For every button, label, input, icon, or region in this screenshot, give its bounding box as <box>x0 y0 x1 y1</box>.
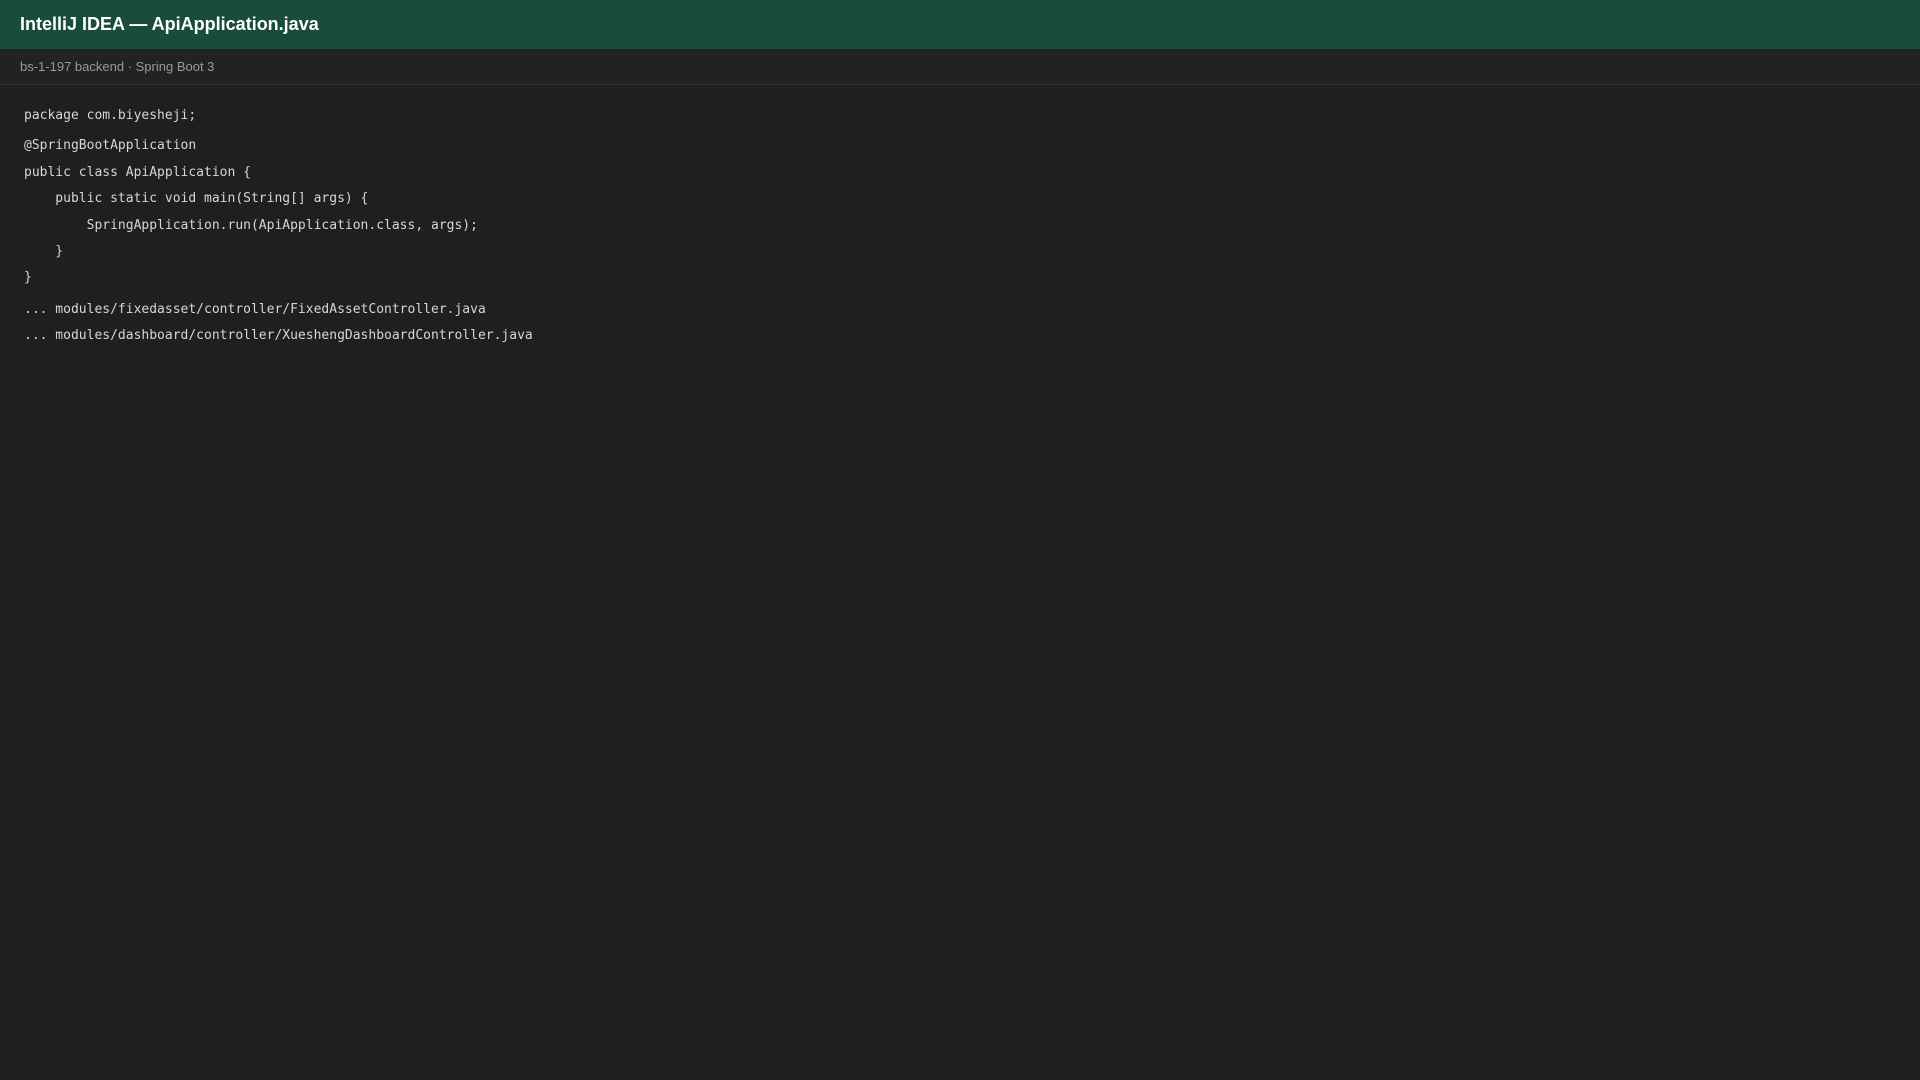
code-line-class-close: } <box>24 270 32 285</box>
code-line-run-call: SpringApplication.run(ApiApplication.cla… <box>24 218 478 233</box>
code-line-dashboard-path: ... modules/dashboard/controller/Xueshen… <box>24 328 533 343</box>
code-line-main-method: public static void main(String[] args) { <box>24 191 369 206</box>
code-line-class-decl: public class ApiApplication { <box>24 165 251 180</box>
project-info-bar: bs-1-197 backend · Spring Boot 3 <box>0 49 1920 85</box>
code-line-annotation: @SpringBootApplication <box>24 138 197 153</box>
project-subtitle: bs-1-197 backend · Spring Boot 3 <box>20 59 215 74</box>
title-bar: IntelliJ IDEA — ApiApplication.java <box>0 0 1920 49</box>
ide-window: IntelliJ IDEA — ApiApplication.java bs-1… <box>0 0 1920 1080</box>
code-line-method-close: } <box>24 244 64 259</box>
window-title: IntelliJ IDEA — ApiApplication.java <box>20 14 319 34</box>
code-line-fixedasset-path: ... modules/fixedasset/controller/FixedA… <box>24 302 486 317</box>
code-line-package: package com.biyesheji; <box>24 108 197 123</box>
